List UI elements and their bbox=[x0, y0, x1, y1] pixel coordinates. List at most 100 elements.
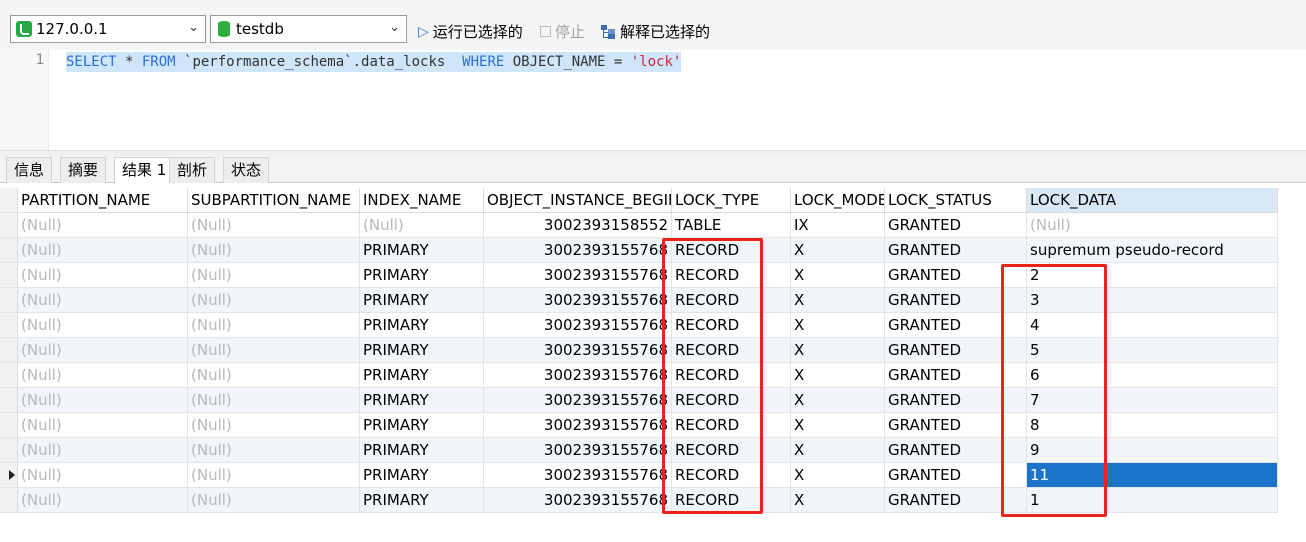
cell-index-name[interactable]: PRIMARY bbox=[360, 463, 484, 488]
cell-object-instance-begin[interactable]: 3002393155768 bbox=[484, 288, 672, 313]
cell-lock-mode[interactable]: X bbox=[791, 488, 885, 513]
cell-lock-status[interactable]: GRANTED bbox=[885, 338, 1027, 363]
cell-lock-data[interactable]: 11 bbox=[1027, 463, 1278, 488]
cell-lock-mode[interactable]: X bbox=[791, 463, 885, 488]
cell-partition-name[interactable]: (Null) bbox=[18, 338, 188, 363]
row-indicator[interactable] bbox=[0, 263, 18, 288]
cell-partition-name[interactable]: (Null) bbox=[18, 488, 188, 513]
cell-partition-name[interactable]: (Null) bbox=[18, 238, 188, 263]
cell-subpartition-name[interactable]: (Null) bbox=[188, 263, 360, 288]
cell-partition-name[interactable]: (Null) bbox=[18, 363, 188, 388]
row-indicator[interactable] bbox=[0, 238, 18, 263]
row-indicator[interactable] bbox=[0, 488, 18, 513]
cell-lock-mode[interactable]: X bbox=[791, 338, 885, 363]
row-indicator[interactable] bbox=[0, 413, 18, 438]
cell-lock-mode[interactable]: X bbox=[791, 388, 885, 413]
row-indicator[interactable] bbox=[0, 288, 18, 313]
cell-lock-data[interactable]: 8 bbox=[1027, 413, 1278, 438]
column-header-object-instance-begin[interactable]: OBJECT_INSTANCE_BEGIN bbox=[484, 188, 672, 213]
cell-object-instance-begin[interactable]: 3002393155768 bbox=[484, 488, 672, 513]
cell-object-instance-begin[interactable]: 3002393155768 bbox=[484, 338, 672, 363]
cell-lock-mode[interactable]: X bbox=[791, 313, 885, 338]
cell-lock-status[interactable]: GRANTED bbox=[885, 288, 1027, 313]
cell-index-name[interactable]: PRIMARY bbox=[360, 363, 484, 388]
cell-partition-name[interactable]: (Null) bbox=[18, 463, 188, 488]
tab-result-1[interactable]: 结果 1 bbox=[114, 157, 175, 184]
cell-lock-type[interactable]: RECORD bbox=[672, 313, 791, 338]
cell-lock-mode[interactable]: X bbox=[791, 363, 885, 388]
connection-select[interactable]: 127.0.0.1 ⌄ bbox=[10, 15, 206, 43]
cell-index-name[interactable]: PRIMARY bbox=[360, 338, 484, 363]
column-header-partition-name[interactable]: PARTITION_NAME bbox=[18, 188, 188, 213]
cell-subpartition-name[interactable]: (Null) bbox=[188, 438, 360, 463]
row-indicator[interactable] bbox=[0, 313, 18, 338]
row-indicator[interactable] bbox=[0, 438, 18, 463]
explain-selected-button[interactable]: 解释已选择的 bbox=[600, 21, 710, 42]
stop-button[interactable]: 停止 bbox=[540, 21, 585, 42]
cell-lock-type[interactable]: RECORD bbox=[672, 338, 791, 363]
cell-lock-status[interactable]: GRANTED bbox=[885, 238, 1027, 263]
cell-lock-status[interactable]: GRANTED bbox=[885, 263, 1027, 288]
tab-status[interactable]: 状态 bbox=[223, 157, 270, 183]
cell-lock-type[interactable]: RECORD bbox=[672, 463, 791, 488]
cell-index-name[interactable]: PRIMARY bbox=[360, 238, 484, 263]
cell-partition-name[interactable]: (Null) bbox=[18, 213, 188, 238]
cell-object-instance-begin[interactable]: 3002393155768 bbox=[484, 263, 672, 288]
cell-lock-data[interactable]: (Null) bbox=[1027, 213, 1278, 238]
cell-index-name[interactable]: (Null) bbox=[360, 213, 484, 238]
cell-lock-data[interactable]: 1 bbox=[1027, 488, 1278, 513]
cell-object-instance-begin[interactable]: 3002393155768 bbox=[484, 363, 672, 388]
cell-lock-data[interactable]: 7 bbox=[1027, 388, 1278, 413]
cell-lock-mode[interactable]: X bbox=[791, 413, 885, 438]
sql-editor[interactable]: 1 SELECT * FROM `performance_schema`.dat… bbox=[0, 50, 1306, 150]
cell-lock-status[interactable]: GRANTED bbox=[885, 388, 1027, 413]
row-indicator[interactable] bbox=[0, 338, 18, 363]
cell-lock-type[interactable]: RECORD bbox=[672, 263, 791, 288]
cell-lock-type[interactable]: RECORD bbox=[672, 363, 791, 388]
cell-lock-status[interactable]: GRANTED bbox=[885, 463, 1027, 488]
cell-partition-name[interactable]: (Null) bbox=[18, 263, 188, 288]
cell-lock-status[interactable]: GRANTED bbox=[885, 313, 1027, 338]
column-header-lock-data[interactable]: LOCK_DATA bbox=[1027, 188, 1278, 213]
cell-lock-mode[interactable]: X bbox=[791, 288, 885, 313]
cell-lock-type[interactable]: RECORD bbox=[672, 288, 791, 313]
result-grid[interactable]: PARTITION_NAME SUBPARTITION_NAME INDEX_NAM… bbox=[0, 188, 1306, 542]
cell-index-name[interactable]: PRIMARY bbox=[360, 488, 484, 513]
current-row-indicator[interactable] bbox=[0, 463, 18, 488]
tab-profile[interactable]: 剖析 bbox=[169, 157, 216, 183]
cell-subpartition-name[interactable]: (Null) bbox=[188, 413, 360, 438]
column-header-lock-status[interactable]: LOCK_STATUS bbox=[885, 188, 1027, 213]
cell-lock-status[interactable]: GRANTED bbox=[885, 363, 1027, 388]
cell-subpartition-name[interactable]: (Null) bbox=[188, 338, 360, 363]
cell-object-instance-begin[interactable]: 3002393155768 bbox=[484, 238, 672, 263]
cell-partition-name[interactable]: (Null) bbox=[18, 438, 188, 463]
cell-subpartition-name[interactable]: (Null) bbox=[188, 463, 360, 488]
row-indicator[interactable] bbox=[0, 388, 18, 413]
cell-index-name[interactable]: PRIMARY bbox=[360, 313, 484, 338]
cell-lock-mode[interactable]: IX bbox=[791, 213, 885, 238]
cell-lock-data[interactable]: 9 bbox=[1027, 438, 1278, 463]
cell-lock-status[interactable]: GRANTED bbox=[885, 213, 1027, 238]
cell-partition-name[interactable]: (Null) bbox=[18, 413, 188, 438]
cell-lock-type[interactable]: RECORD bbox=[672, 388, 791, 413]
cell-subpartition-name[interactable]: (Null) bbox=[188, 313, 360, 338]
cell-lock-type[interactable]: RECORD bbox=[672, 413, 791, 438]
cell-subpartition-name[interactable]: (Null) bbox=[188, 288, 360, 313]
cell-partition-name[interactable]: (Null) bbox=[18, 288, 188, 313]
run-selected-button[interactable]: ▷ 运行已选择的 bbox=[418, 21, 523, 42]
row-indicator[interactable] bbox=[0, 363, 18, 388]
cell-lock-status[interactable]: GRANTED bbox=[885, 488, 1027, 513]
cell-lock-mode[interactable]: X bbox=[791, 263, 885, 288]
column-header-lock-type[interactable]: LOCK_TYPE bbox=[672, 188, 791, 213]
column-header-index-name[interactable]: INDEX_NAME bbox=[360, 188, 484, 213]
cell-lock-data[interactable]: 5 bbox=[1027, 338, 1278, 363]
cell-object-instance-begin[interactable]: 3002393155768 bbox=[484, 438, 672, 463]
cell-lock-data[interactable]: 6 bbox=[1027, 363, 1278, 388]
cell-subpartition-name[interactable]: (Null) bbox=[188, 388, 360, 413]
sql-code-line[interactable]: SELECT * FROM `performance_schema`.data_… bbox=[66, 52, 682, 72]
tab-info[interactable]: 信息 bbox=[6, 157, 53, 183]
cell-object-instance-begin[interactable]: 3002393158552 bbox=[484, 213, 672, 238]
column-header-subpartition-name[interactable]: SUBPARTITION_NAME bbox=[188, 188, 360, 213]
cell-subpartition-name[interactable]: (Null) bbox=[188, 238, 360, 263]
cell-index-name[interactable]: PRIMARY bbox=[360, 388, 484, 413]
